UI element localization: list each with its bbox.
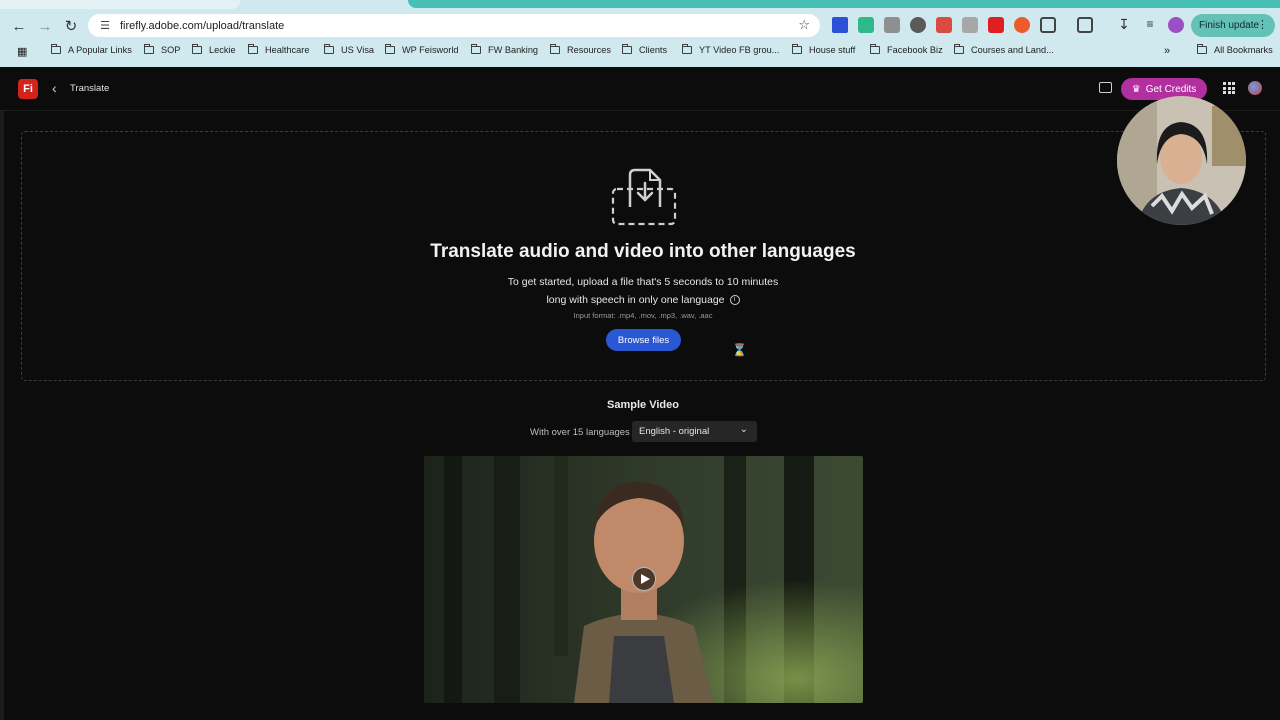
- input-formats: Input format: .mp4, .mov, .mp3, .wav, .a…: [573, 311, 713, 320]
- get-credits-label: Get Credits: [1145, 83, 1197, 95]
- extension-record-icon[interactable]: [910, 17, 926, 33]
- bookmark-folder[interactable]: WP Feisworld: [385, 44, 459, 55]
- folder-icon: [870, 44, 880, 54]
- bookmark-folder[interactable]: Leckie: [192, 44, 236, 55]
- back-chevron-icon[interactable]: ‹: [52, 80, 57, 96]
- bookmark-folder[interactable]: Courses and Land...: [954, 44, 1054, 55]
- language-count-label: With over 15 languages: [530, 427, 630, 438]
- crown-icon: ♛: [1131, 83, 1141, 95]
- folder-icon: [248, 44, 258, 54]
- user-avatar[interactable]: [1248, 81, 1262, 95]
- finish-update-button[interactable]: Finish update ⋮: [1191, 14, 1275, 37]
- folder-icon: [1197, 44, 1207, 54]
- forward-arrow-icon[interactable]: →: [35, 16, 55, 36]
- text-cursor-icon: ⌛: [732, 343, 747, 357]
- sample-video-title: Sample Video: [607, 399, 679, 411]
- site-settings-icon[interactable]: ☰: [94, 19, 116, 32]
- youtube-extension-icon[interactable]: [988, 17, 1004, 33]
- feedback-chat-icon[interactable]: [1099, 82, 1112, 93]
- bookmark-star-icon[interactable]: ☆: [798, 17, 810, 33]
- extension-ab-icon[interactable]: [1014, 17, 1030, 33]
- folder-icon: [550, 44, 560, 54]
- upload-title: Translate audio and video into other lan…: [430, 241, 856, 262]
- reading-list-icon[interactable]: ≡: [1142, 17, 1158, 33]
- apps-grid-icon[interactable]: ▦: [17, 45, 27, 58]
- folder-icon: [51, 44, 61, 54]
- tab-search-icon[interactable]: [1077, 17, 1093, 33]
- extension-pin-icon[interactable]: [936, 17, 952, 33]
- chevron-down-icon: ⌄: [739, 424, 748, 435]
- bookmark-folder[interactable]: Facebook Biz: [870, 44, 943, 55]
- url-text: firefly.adobe.com/upload/translate: [120, 19, 285, 32]
- bookmark-folder[interactable]: Resources: [550, 44, 611, 55]
- folder-icon: [682, 44, 692, 54]
- folder-icon: [954, 44, 964, 54]
- info-icon[interactable]: i: [729, 294, 740, 305]
- upload-description: To get started, upload a file that's 5 s…: [0, 274, 1280, 309]
- folder-icon: [324, 44, 334, 54]
- other-tab[interactable]: [408, 0, 1280, 8]
- extension-grammar-icon[interactable]: [858, 17, 874, 33]
- address-bar[interactable]: ☰ firefly.adobe.com/upload/translate ☆: [88, 14, 820, 37]
- bookmark-folder[interactable]: A Popular Links: [51, 44, 132, 55]
- reload-icon[interactable]: ↻: [61, 16, 81, 36]
- folder-icon: [471, 44, 481, 54]
- upload-description-line2: long with speech in only one language: [546, 293, 725, 306]
- folder-icon: [192, 44, 202, 54]
- app-header: Fi ‹ Translate ♛ Get Credits: [0, 67, 1280, 111]
- upload-description-line1: To get started, upload a file that's 5 s…: [507, 276, 779, 288]
- folder-icon: [622, 44, 632, 54]
- folder-icon: [792, 44, 802, 54]
- breadcrumb[interactable]: Translate: [70, 83, 109, 94]
- bookmark-folder[interactable]: Healthcare: [248, 44, 309, 55]
- finish-update-label: Finish update: [1199, 20, 1260, 31]
- more-menu-icon[interactable]: ⋮: [1257, 18, 1268, 31]
- apps-grid-icon[interactable]: [1223, 82, 1235, 94]
- profile-avatar[interactable]: [1168, 17, 1184, 33]
- bookmark-folder[interactable]: Clients: [622, 44, 667, 55]
- bookmark-folder[interactable]: US Visa: [324, 44, 374, 55]
- bookmark-folder[interactable]: House stuff: [792, 44, 855, 55]
- upload-file-icon: [611, 168, 677, 226]
- browser-chrome: ← → ↻ ☰ firefly.adobe.com/upload/transla…: [0, 0, 1280, 67]
- play-button[interactable]: [632, 567, 656, 591]
- extension-camera-icon[interactable]: [962, 17, 978, 33]
- more-bookmarks-icon[interactable]: »: [1164, 45, 1170, 57]
- download-icon[interactable]: ↧: [1116, 17, 1132, 33]
- bookmark-folder[interactable]: SOP: [144, 44, 180, 55]
- firefly-logo[interactable]: Fi: [18, 79, 38, 99]
- active-tab[interactable]: [0, 0, 240, 9]
- bookmark-folder[interactable]: YT Video FB grou...: [682, 44, 779, 55]
- webcam-overlay: [1117, 96, 1246, 225]
- bookmark-folder[interactable]: FW Banking: [471, 44, 538, 55]
- language-select[interactable]: English - original ⌄: [632, 421, 757, 442]
- browse-files-button[interactable]: Browse files: [606, 329, 681, 351]
- extension-image-icon[interactable]: [884, 17, 900, 33]
- back-arrow-icon[interactable]: ←: [9, 16, 29, 36]
- extension-v-icon[interactable]: [832, 17, 848, 33]
- all-bookmarks-folder[interactable]: All Bookmarks: [1197, 44, 1273, 55]
- left-edge-strip: [0, 111, 4, 720]
- language-selected-value: English - original: [639, 426, 710, 437]
- folder-icon: [385, 44, 395, 54]
- extensions-puzzle-icon[interactable]: [1040, 17, 1056, 33]
- folder-icon: [144, 44, 154, 54]
- tab-strip: [0, 0, 1280, 9]
- bookmarks-bar: ▦ A Popular Links SOP Leckie Healthcare …: [0, 42, 1280, 62]
